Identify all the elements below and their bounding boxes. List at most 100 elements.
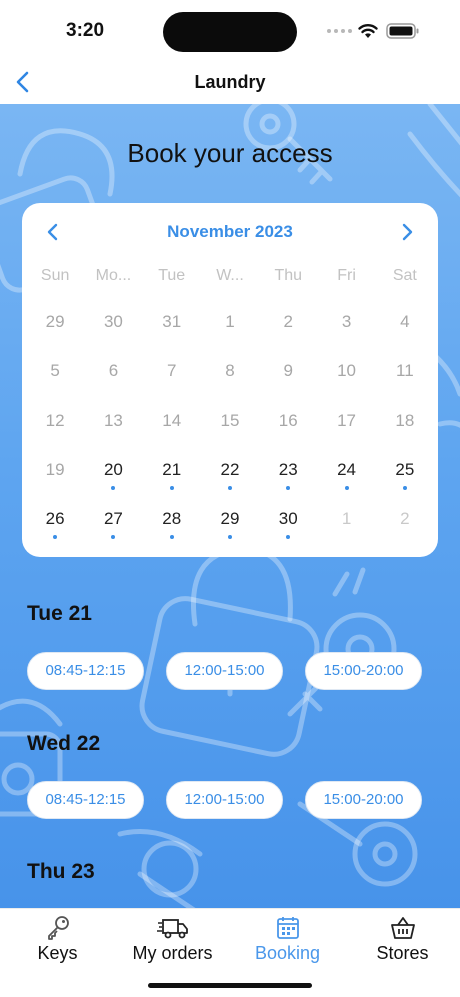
truck-icon [156, 919, 188, 939]
calendar-day-grid: 29 30 31 1 2 3 4 5 6 7 8 9 10 11 12 13 14 15 16 17 18 19 20 21 2… [26, 303, 434, 549]
calendar-day-number: 3 [341, 312, 352, 331]
calendar-day[interactable]: 20 [84, 451, 142, 500]
calendar-week-row: 12 13 14 15 16 17 18 [26, 402, 434, 451]
day-heading: Wed 22 [27, 732, 101, 755]
calendar-day[interactable]: 15 [201, 402, 259, 451]
weekday-label: Mo... [95, 267, 132, 284]
tab-label: My orders [132, 943, 213, 963]
availability-dot [169, 535, 174, 540]
time-slot-button[interactable]: 12:00-15:00 [166, 781, 283, 819]
calendar-day[interactable]: 11 [376, 352, 434, 401]
calendar-day[interactable]: 17 [317, 402, 375, 451]
calendar-day-number: 12 [45, 410, 65, 430]
booking-heading: Book your access [127, 138, 333, 168]
calendar-day-number: 22 [220, 459, 240, 479]
calendar-day[interactable]: 2 [376, 500, 434, 549]
calendar-day[interactable]: 3 [317, 303, 375, 352]
day-heading: Tue 21 [27, 602, 92, 625]
calendar-day-number: 31 [162, 312, 182, 331]
calendar-day[interactable]: 24 [317, 451, 375, 500]
availability-dot [286, 485, 291, 490]
calendar-day[interactable]: 25 [376, 451, 434, 500]
calendar-day[interactable]: 30 [259, 500, 317, 549]
time-slot-list: 08:45-12:15 12:00-15:00 15:00-20:00 [27, 781, 422, 819]
calendar-day-number: 14 [162, 410, 182, 430]
availability-dot [227, 535, 232, 540]
time-slot-button[interactable]: 08:45-12:15 [27, 781, 144, 819]
calendar-day-number: 21 [162, 459, 182, 479]
calendar-icon [276, 917, 299, 939]
calendar-day-number: 1 [225, 312, 235, 331]
page-title: Laundry [194, 72, 266, 92]
calendar-day[interactable]: 18 [376, 402, 434, 451]
availability-dot [111, 535, 116, 540]
calendar-day-number: 29 [45, 312, 65, 331]
tab-label: Stores [376, 943, 429, 963]
calendar-day[interactable]: 8 [201, 352, 259, 401]
calendar-day[interactable]: 30 [84, 303, 142, 352]
calendar-day-number: 29 [220, 509, 240, 529]
calendar-day-number: 24 [337, 459, 356, 479]
calendar-day-number: 28 [162, 509, 182, 529]
calendar-week-row: 19 20 21 22 23 24 25 [26, 451, 434, 500]
calendar-day[interactable]: 29 [26, 303, 84, 352]
calendar-day-number: 7 [166, 361, 177, 381]
calendar-day-number: 9 [283, 361, 293, 381]
calendar-day-number: 27 [103, 509, 123, 529]
calendar-day[interactable]: 10 [317, 352, 375, 401]
time-slot-button[interactable]: 15:00-20:00 [305, 781, 422, 819]
tab-booking[interactable]: Booking [230, 915, 345, 964]
tab-stores[interactable]: Stores [345, 915, 460, 964]
tab-keys[interactable]: Keys [0, 915, 115, 964]
tab-label: Keys [37, 943, 78, 963]
calendar-day[interactable]: 13 [84, 402, 142, 451]
weekday-label: Thu [274, 267, 303, 284]
calendar-day[interactable]: 27 [84, 500, 142, 549]
calendar-day-number: 26 [45, 509, 65, 529]
calendar-day[interactable]: 28 [143, 500, 201, 549]
tab-my-orders[interactable]: My orders [115, 915, 230, 964]
calendar-day[interactable]: 21 [143, 451, 201, 500]
availability-dot [53, 535, 58, 540]
home-indicator [148, 983, 312, 988]
calendar-day[interactable]: 9 [259, 352, 317, 401]
calendar-day[interactable]: 14 [143, 402, 201, 451]
availability-dot [286, 535, 291, 540]
month-calendar: November 2023 Sun Mo... Tue W... Thu Fri… [22, 203, 438, 557]
calendar-day[interactable]: 26 [26, 500, 84, 549]
calendar-day[interactable]: 16 [259, 402, 317, 451]
calendar-day[interactable]: 7 [143, 352, 201, 401]
calendar-day[interactable]: 12 [26, 402, 84, 451]
calendar-week-row: 29 30 31 1 2 3 4 [26, 303, 434, 352]
weekday-label: Sat [392, 267, 417, 284]
availability-dot [111, 485, 116, 490]
time-slot-button[interactable]: 15:00-20:00 [305, 652, 422, 690]
calendar-day[interactable]: 5 [26, 352, 84, 401]
time-slot-button[interactable]: 12:00-15:00 [166, 652, 283, 690]
time-slot-button[interactable]: 08:45-12:15 [27, 652, 144, 690]
calendar-day[interactable]: 29 [201, 500, 259, 549]
calendar-day[interactable]: 4 [376, 303, 434, 352]
calendar-day[interactable]: 31 [143, 303, 201, 352]
calendar-day[interactable]: 22 [201, 451, 259, 500]
weekday-label: Sun [40, 267, 70, 284]
next-month-chevron-icon[interactable] [396, 221, 418, 243]
calendar-week-row: 5 6 7 8 9 10 11 [26, 352, 434, 401]
calendar-day[interactable]: 2 [259, 303, 317, 352]
calendar-day-number: 8 [225, 361, 235, 381]
calendar-day-number: 30 [103, 312, 123, 331]
booking-content: Book your access November 2023 Sun Mo...… [0, 104, 460, 908]
cellular-signal-icon [327, 29, 352, 33]
basket-icon [390, 917, 415, 939]
calendar-day-number: 25 [395, 459, 415, 479]
availability-dot [402, 485, 407, 490]
calendar-day[interactable]: 1 [201, 303, 259, 352]
calendar-day[interactable]: 6 [84, 352, 142, 401]
calendar-day[interactable]: 1 [317, 500, 375, 549]
calendar-day-number: 13 [103, 410, 123, 430]
tab-label: Booking [254, 943, 321, 963]
calendar-day[interactable]: 23 [259, 451, 317, 500]
calendar-day[interactable]: 19 [26, 451, 84, 500]
calendar-day-number: 30 [278, 509, 298, 529]
wifi-icon [358, 24, 378, 38]
